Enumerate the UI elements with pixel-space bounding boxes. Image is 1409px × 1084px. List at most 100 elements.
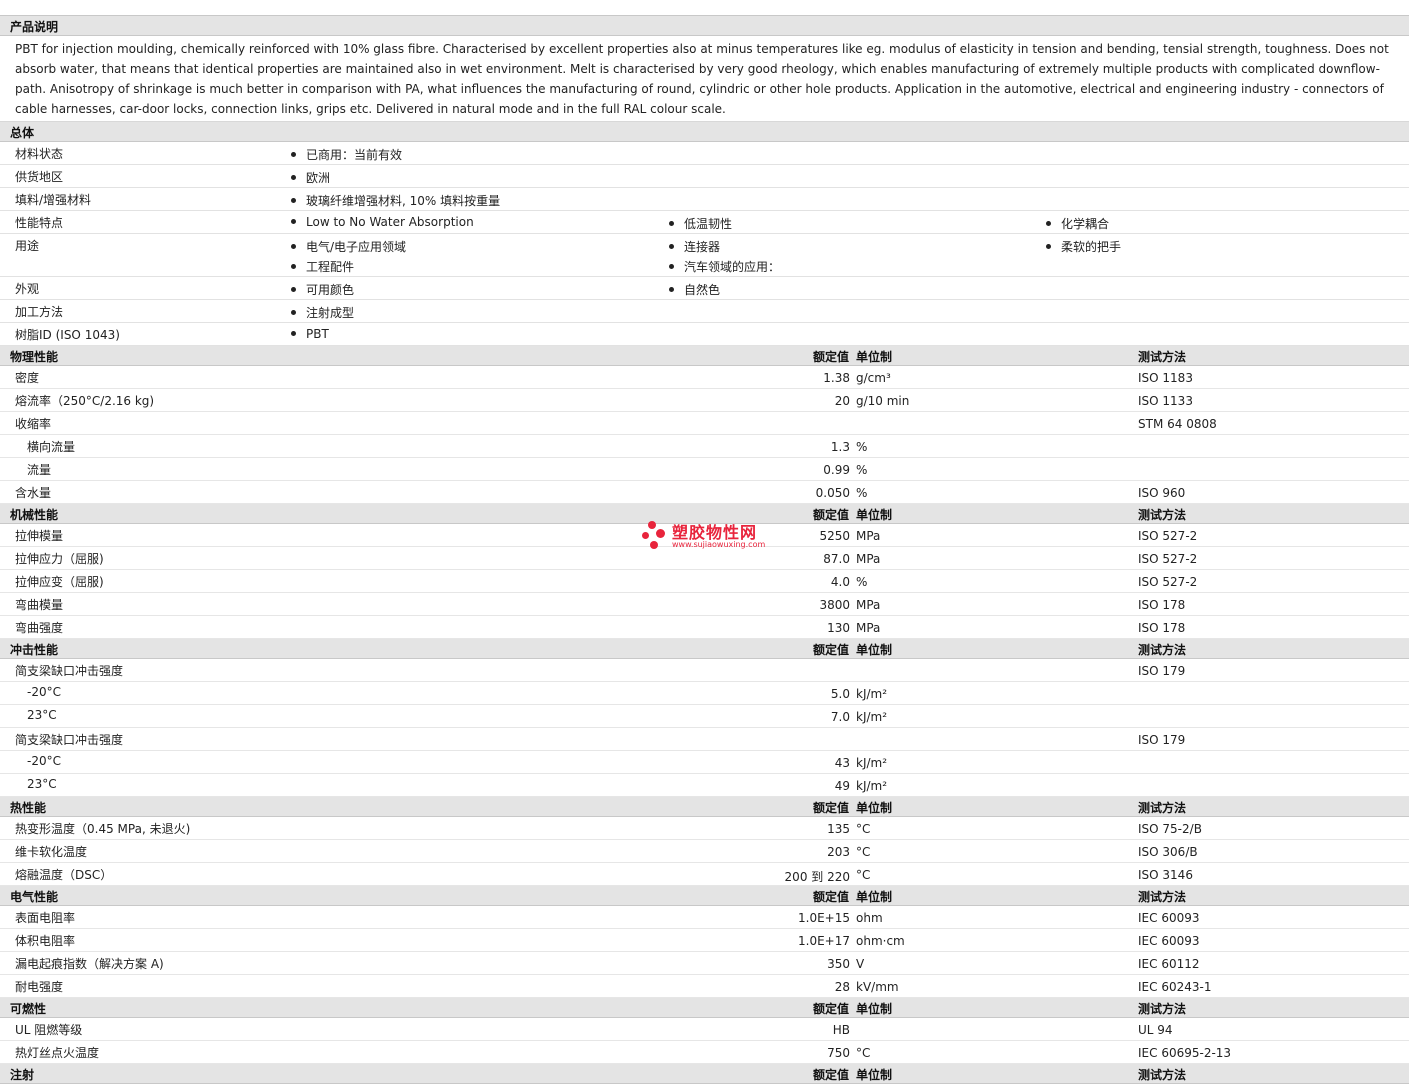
property-unit: kJ/m² — [856, 779, 888, 793]
bullet-icon — [669, 287, 674, 292]
property-unit: V — [856, 957, 865, 971]
logo-dot — [656, 529, 665, 538]
column-header-value: 额定值 — [812, 890, 849, 904]
property-row: 拉伸应变（屈服) 4.0% ISO 527-2 — [0, 570, 1409, 593]
property-value: 1.38 — [823, 371, 850, 385]
property-label: -20°C — [27, 685, 61, 699]
general-row-label: 性能特点 — [15, 216, 64, 230]
property-method: ISO 527-2 — [1138, 552, 1198, 566]
section-header: 热性能 额定值 单位制 测试方法 — [0, 797, 1409, 817]
column-header-value: 额定值 — [812, 350, 849, 364]
column-header-value: 额定值 — [812, 508, 849, 522]
logo-dot — [650, 541, 658, 549]
property-label: 弯曲模量 — [15, 598, 64, 612]
property-label: 热灯丝点火温度 — [15, 1046, 100, 1060]
general-row: 供货地区 欧洲 — [0, 165, 1409, 188]
property-unit: % — [856, 575, 868, 589]
property-value: 87.0 — [823, 552, 850, 566]
property-unit: kV/mm — [856, 980, 899, 994]
general-row-item: 电气/电子应用领域 — [291, 238, 406, 255]
property-value: 350 — [827, 957, 850, 971]
property-label: 23°C — [27, 777, 57, 791]
column-header-method: 测试方法 — [1138, 643, 1187, 657]
property-method: IEC 60093 — [1138, 934, 1200, 948]
property-value: 3800 — [819, 598, 850, 612]
property-label: 维卡软化温度 — [15, 845, 88, 859]
property-label: 拉伸模量 — [15, 529, 64, 543]
bullet-icon — [291, 310, 296, 315]
property-row: 耐电强度 28 kV/mm IEC 60243-1 — [0, 975, 1409, 998]
property-value: 7.0 — [830, 710, 850, 724]
property-row: 密度 1.38 g/cm³ ISO 1183 — [0, 366, 1409, 389]
item-text: 电气/电子应用领域 — [306, 240, 407, 254]
section-title: 冲击性能 — [10, 643, 59, 657]
item-text: 化学耦合 — [1061, 217, 1110, 231]
section-header: 电气性能 额定值 单位制 测试方法 — [0, 886, 1409, 906]
general-row: 材料状态 已商用：当前有效 — [0, 142, 1409, 165]
property-label: UL 阻燃等级 — [15, 1023, 83, 1037]
section-header: 物理性能 额定值 单位制 测试方法 — [0, 346, 1409, 366]
bullet-icon — [1046, 244, 1051, 249]
property-value: 49 — [834, 779, 850, 793]
item-text: 欧洲 — [306, 171, 331, 185]
item-text: 已商用：当前有效 — [306, 148, 403, 162]
general-row-item: 欧洲 — [291, 169, 330, 186]
property-unit: kJ/m² — [856, 687, 888, 701]
bullet-icon — [669, 264, 674, 269]
property-value: 5.0 — [830, 687, 850, 701]
property-method: ISO 179 — [1138, 664, 1186, 678]
property-method: ISO 178 — [1138, 621, 1186, 635]
property-value: 135 — [827, 822, 850, 836]
property-row: 横向流量 1.3% — [0, 435, 1409, 458]
general-row: 填料/增强材料 玻璃纤维增强材料, 10% 填料按重量 — [0, 188, 1409, 211]
section-title: 总体 — [10, 126, 35, 140]
section-header-description: 产品说明 — [0, 16, 1409, 36]
product-description: PBT for injection moulding, chemically r… — [0, 36, 1409, 122]
item-text: 注射成型 — [306, 306, 355, 320]
logo-dot — [642, 532, 649, 539]
property-method: IEC 60093 — [1138, 911, 1200, 925]
bullet-icon — [291, 175, 296, 180]
property-row: 含水量 0.050% ISO 960 — [0, 481, 1409, 504]
item-text: 自然色 — [684, 283, 721, 297]
general-row-label: 树脂ID (ISO 1043) — [15, 328, 120, 342]
general-row-item: 汽车领域的应用： — [669, 258, 780, 275]
general-row-label: 填料/增强材料 — [15, 193, 92, 207]
property-method: ISO 178 — [1138, 598, 1186, 612]
property-method: IEC 60695-2-13 — [1138, 1046, 1232, 1060]
property-unit: °C — [856, 822, 871, 836]
property-unit: ohm — [856, 911, 883, 925]
bullet-icon — [291, 264, 296, 269]
property-value: 0.050 — [815, 486, 850, 500]
property-value: 130 — [827, 621, 850, 635]
property-row: 简支梁缺口冲击强度 ISO 179 — [0, 659, 1409, 682]
property-unit: MPa — [856, 552, 881, 566]
section-header: 注射 额定值 单位制 测试方法 — [0, 1064, 1409, 1084]
property-method: ISO 3146 — [1138, 868, 1193, 882]
property-unit: kJ/m² — [856, 756, 888, 770]
property-row: 流量 0.99% — [0, 458, 1409, 481]
property-label: 弯曲强度 — [15, 621, 64, 635]
section-title: 机械性能 — [10, 508, 59, 522]
general-row-label: 供货地区 — [15, 170, 64, 184]
bullet-icon — [291, 244, 296, 249]
property-unit: ohm·cm — [856, 934, 905, 948]
section-title: 物理性能 — [10, 350, 59, 364]
column-header-method: 测试方法 — [1138, 508, 1187, 522]
bullet-icon — [669, 221, 674, 226]
property-value: 0.99 — [823, 463, 850, 477]
column-header-method: 测试方法 — [1138, 1002, 1187, 1016]
column-header-method: 测试方法 — [1138, 801, 1187, 815]
property-unit: % — [856, 440, 868, 454]
property-row: UL 阻燃等级 HB UL 94 — [0, 1018, 1409, 1041]
property-label: 耐电强度 — [15, 980, 64, 994]
general-row: 外观 可用颜色 自然色 — [0, 277, 1409, 300]
property-method: ISO 527-2 — [1138, 575, 1198, 589]
property-row: 收缩率 STM 64 0808 — [0, 412, 1409, 435]
column-header-unit: 单位制 — [856, 890, 893, 904]
general-row: 加工方法 注射成型 — [0, 300, 1409, 323]
general-row-item: 已商用：当前有效 — [291, 146, 402, 163]
property-method: ISO 179 — [1138, 733, 1186, 747]
property-unit: g/10 min — [856, 394, 910, 408]
column-header-unit: 单位制 — [856, 801, 893, 815]
